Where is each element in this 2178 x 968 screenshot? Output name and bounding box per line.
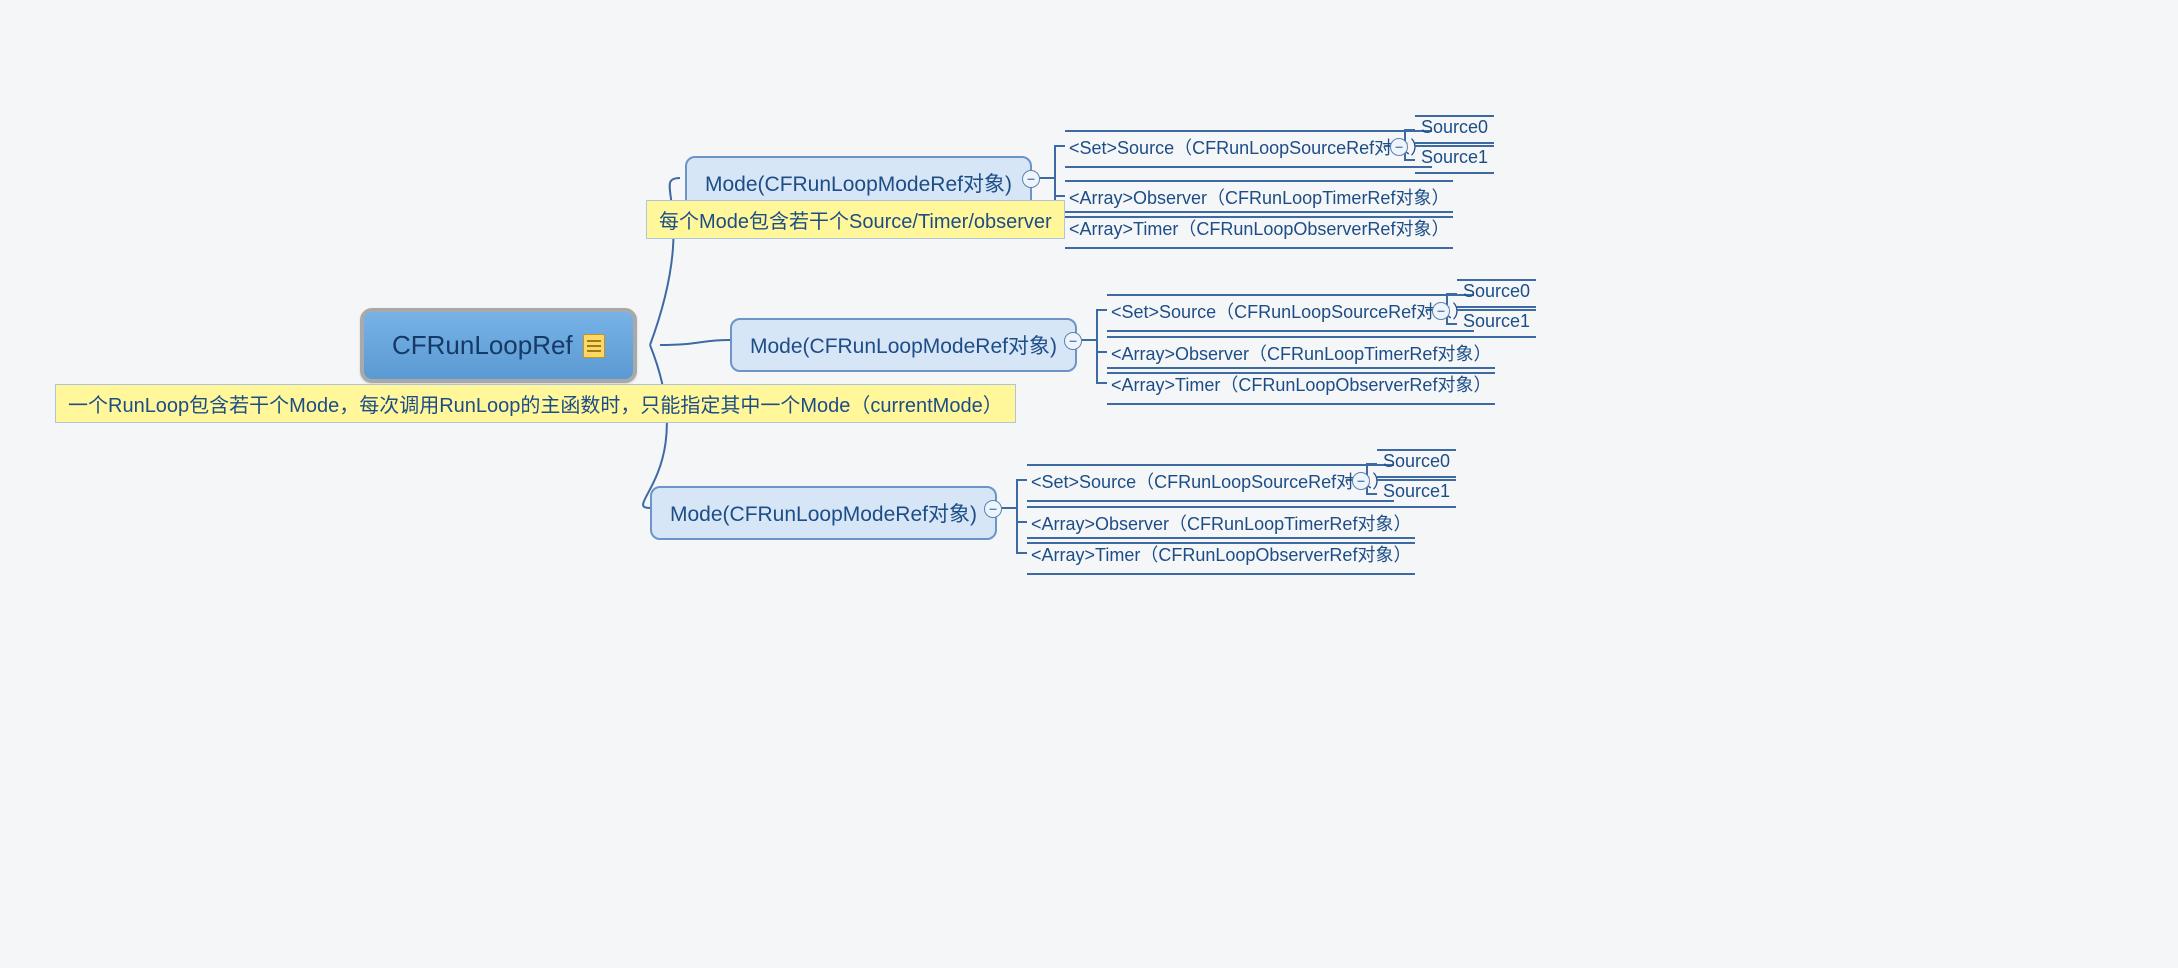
mode-1-source1[interactable]: Source1 <box>1415 145 1494 174</box>
toggle-icon[interactable]: – <box>1022 170 1040 188</box>
mode-node-3[interactable]: Mode(CFRunLoopModeRef对象) <box>650 486 997 540</box>
note-icon[interactable] <box>583 334 605 358</box>
mode-2-source0[interactable]: Source0 <box>1457 279 1536 308</box>
mode-3-source[interactable]: <Set>Source（CFRunLoopSourceRef对象） <box>1027 464 1394 502</box>
mode-node-2[interactable]: Mode(CFRunLoopModeRef对象) <box>730 318 1077 372</box>
root-node[interactable]: CFRunLoopRef <box>360 308 637 383</box>
mode-2-source1[interactable]: Source1 <box>1457 309 1536 338</box>
mode-3-source1[interactable]: Source1 <box>1377 479 1456 508</box>
mode-2-timer[interactable]: <Array>Timer（CFRunLoopObserverRef对象） <box>1107 367 1495 405</box>
mode-3-timer[interactable]: <Array>Timer（CFRunLoopObserverRef对象） <box>1027 537 1415 575</box>
mindmap-canvas: CFRunLoopRef 一个RunLoop包含若干个Mode，每次调用RunL… <box>0 0 2178 968</box>
toggle-icon[interactable]: – <box>1352 472 1370 490</box>
mode-3-label: Mode(CFRunLoopModeRef对象) <box>670 503 977 526</box>
root-caption: 一个RunLoop包含若干个Mode，每次调用RunLoop的主函数时，只能指定… <box>55 384 1016 423</box>
toggle-icon[interactable]: – <box>1432 302 1450 320</box>
mode-2-source[interactable]: <Set>Source（CFRunLoopSourceRef对象） <box>1107 294 1474 332</box>
mode-1-source0[interactable]: Source0 <box>1415 115 1494 144</box>
mode-1-caption: 每个Mode包含若干个Source/Timer/observer <box>646 200 1065 239</box>
mode-1-timer[interactable]: <Array>Timer（CFRunLoopObserverRef对象） <box>1065 211 1453 249</box>
root-label: CFRunLoopRef <box>392 330 573 361</box>
toggle-icon[interactable]: – <box>1390 138 1408 156</box>
mode-1-source[interactable]: <Set>Source（CFRunLoopSourceRef对象） <box>1065 130 1432 168</box>
mode-2-label: Mode(CFRunLoopModeRef对象) <box>750 335 1057 358</box>
mode-3-source0[interactable]: Source0 <box>1377 449 1456 478</box>
toggle-icon[interactable]: – <box>984 500 1002 518</box>
mode-1-label: Mode(CFRunLoopModeRef对象) <box>705 173 1012 196</box>
toggle-icon[interactable]: – <box>1064 332 1082 350</box>
